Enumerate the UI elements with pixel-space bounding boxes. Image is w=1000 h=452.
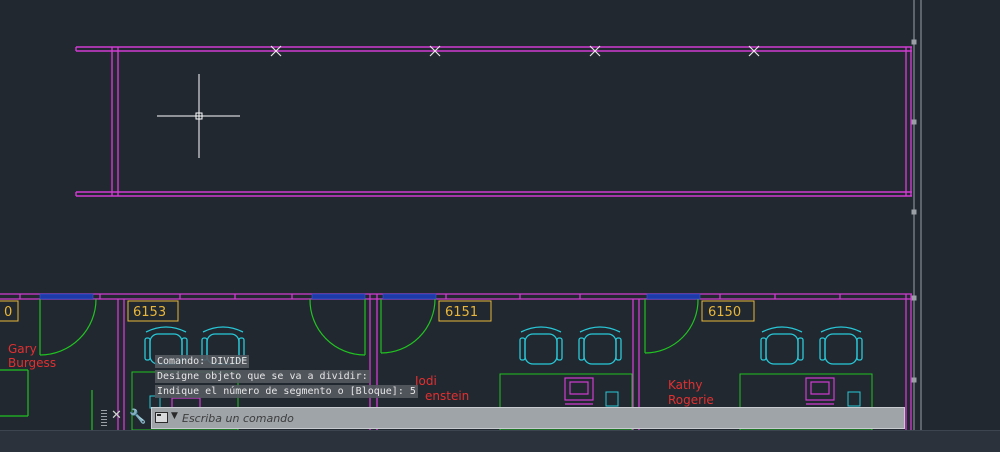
wrench-icon[interactable]: 🔧: [129, 409, 146, 425]
occupant-name-last: enstein: [425, 389, 469, 403]
drawing-canvas[interactable]: 0 6153 6151 6150 Gary Burgess Jodi enste…: [0, 0, 1000, 430]
command-line-bar: ✕ 🔧 ▼: [99, 407, 905, 430]
command-input-wrapper: ▼: [151, 407, 905, 429]
caret-down-icon[interactable]: ▼: [171, 411, 178, 421]
chair: [819, 326, 863, 365]
room-tag-0: 0: [4, 305, 12, 320]
room-tag-6151: 6151: [445, 305, 478, 320]
occupant-name-last: Burgess: [8, 356, 56, 370]
room-tag-6150: 6150: [708, 305, 741, 320]
chair: [519, 326, 563, 365]
room-tag-6153: 6153: [133, 305, 166, 320]
occupant-name-first: Kathy: [668, 378, 702, 392]
divided-wall[interactable]: [75, 46, 912, 197]
occupant-name-first: Gary: [8, 342, 37, 356]
grip-icon[interactable]: [101, 410, 107, 426]
status-bar: [0, 430, 1000, 452]
chair: [760, 326, 804, 365]
history-line: Comando: DIVIDE: [155, 355, 250, 368]
viewport-edge: [911, 0, 922, 430]
command-input[interactable]: [182, 409, 882, 427]
close-icon[interactable]: ✕: [111, 408, 122, 423]
crosshair-cursor: [157, 74, 240, 158]
occupant-name-last: Rogerie: [668, 393, 714, 407]
command-history: Comando: DIVIDE Designe objeto que se va…: [155, 355, 418, 400]
chair: [578, 326, 622, 365]
command-prompt-icon[interactable]: [155, 412, 168, 423]
history-line: Designe objeto que se va a dividir:: [155, 370, 370, 383]
history-line: Indique el número de segmento o [Bloque]…: [155, 385, 418, 398]
